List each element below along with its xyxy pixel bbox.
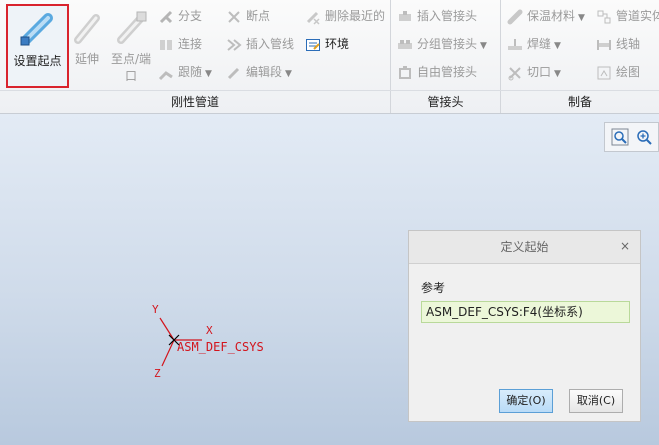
edit-segment-button[interactable]: 编辑段 ▼ bbox=[226, 61, 292, 83]
insert-line-label: 插入管线 bbox=[246, 37, 295, 51]
break-point-label: 断点 bbox=[246, 9, 271, 23]
zoom-fit-icon[interactable] bbox=[611, 128, 629, 146]
free-fitting-button[interactable]: 自由管接头 bbox=[397, 61, 477, 83]
connect-label: 连接 bbox=[178, 37, 203, 51]
group-label-fitting: 管接头 bbox=[427, 95, 464, 109]
pipe-start-icon bbox=[20, 13, 53, 46]
delete-recent-label: 删除最近的 bbox=[325, 9, 386, 23]
group-fitting-icon bbox=[398, 39, 412, 49]
to-point-port-button[interactable]: 至点/端 口 bbox=[106, 4, 156, 88]
environment-icon bbox=[306, 38, 320, 51]
branch-icon bbox=[159, 10, 173, 23]
follow-icon bbox=[158, 70, 173, 80]
weld-dropdown-icon[interactable]: ▼ bbox=[554, 41, 561, 51]
insert-line-button[interactable]: 插入管线 bbox=[226, 33, 294, 55]
pipe-solid-icon bbox=[597, 10, 611, 23]
csys-name-label: ASM_DEF_CSYS bbox=[177, 340, 264, 354]
environment-button[interactable]: 环境 bbox=[305, 33, 349, 55]
define-start-dialog: 定义起始 × 参考 ASM_DEF_CSYS:F4(坐标系) 确定(O) 取消(… bbox=[408, 230, 641, 422]
insulation-label: 保温材料 bbox=[527, 9, 576, 23]
weld-button[interactable]: 焊缝 ▼ bbox=[507, 33, 561, 55]
axis-y-label: Y bbox=[152, 303, 159, 316]
ribbon: 设置起点 延伸 至点/端 口 分支 连接 跟随▼ 断点 插入管线 编辑段▼ bbox=[0, 0, 659, 114]
pencil-icon bbox=[227, 67, 240, 79]
extend-button[interactable]: 延伸 bbox=[70, 4, 104, 88]
follow-button[interactable]: 跟随 ▼ bbox=[158, 61, 212, 83]
insert-fitting-button[interactable]: 插入管接头 bbox=[397, 5, 477, 27]
break-point-button[interactable]: 断点 bbox=[226, 5, 270, 27]
insert-fitting-label: 插入管接头 bbox=[417, 9, 478, 23]
follow-label: 跟随 bbox=[178, 65, 203, 79]
delete-recent-button[interactable]: 删除最近的 bbox=[305, 5, 385, 27]
follow-dropdown-icon[interactable]: ▼ bbox=[205, 69, 212, 79]
edit-segment-dropdown-icon[interactable]: ▼ bbox=[285, 69, 292, 79]
cut-icon bbox=[508, 66, 521, 80]
to-point-icon bbox=[117, 11, 147, 44]
ok-button[interactable]: 确定(O) bbox=[499, 389, 553, 413]
set-start-point-button[interactable]: 设置起点 bbox=[6, 4, 69, 88]
axis-z-label: Z bbox=[154, 367, 161, 380]
insert-fitting-icon bbox=[399, 10, 411, 21]
group-label-rigid-pipe: 刚性管道 bbox=[170, 95, 219, 109]
zoom-in-icon[interactable] bbox=[635, 128, 653, 146]
break-point-icon bbox=[228, 10, 240, 23]
drawing-icon bbox=[597, 66, 611, 79]
edit-segment-label: 编辑段 bbox=[246, 65, 283, 79]
extend-icon bbox=[74, 14, 100, 44]
connect-button[interactable]: 连接 bbox=[158, 33, 202, 55]
spool-axis-button[interactable]: 线轴 bbox=[596, 33, 640, 55]
axis-x-label: X bbox=[206, 324, 213, 337]
connect-icon bbox=[160, 39, 172, 50]
insert-line-icon bbox=[227, 38, 242, 51]
branch-button[interactable]: 分支 bbox=[158, 5, 202, 27]
group-fitting-dropdown-icon[interactable]: ▼ bbox=[480, 41, 487, 51]
group-fitting-button[interactable]: 分组管接头 ▼ bbox=[397, 33, 487, 55]
drawing-label: 绘图 bbox=[616, 65, 641, 79]
reference-field[interactable]: ASM_DEF_CSYS:F4(坐标系) bbox=[421, 301, 630, 323]
cut-label: 切口 bbox=[527, 65, 552, 79]
cut-dropdown-icon[interactable]: ▼ bbox=[554, 69, 561, 79]
branch-label: 分支 bbox=[178, 9, 203, 23]
dialog-title: 定义起始 bbox=[409, 231, 640, 264]
cancel-button[interactable]: 取消(C) bbox=[569, 389, 623, 413]
set-start-label: 设置起点 bbox=[13, 54, 62, 68]
spool-axis-icon bbox=[597, 39, 611, 50]
delete-recent-icon bbox=[306, 11, 320, 25]
to-point-label-line1: 至点/端 bbox=[110, 52, 152, 66]
free-fitting-icon bbox=[399, 65, 411, 79]
insulation-button[interactable]: 保温材料 ▼ bbox=[507, 5, 585, 27]
group-fitting-label: 分组管接头 bbox=[417, 37, 478, 51]
free-fitting-label: 自由管接头 bbox=[417, 65, 478, 79]
view-toolbar bbox=[604, 122, 659, 152]
close-icon[interactable]: × bbox=[620, 240, 632, 252]
group-label-divider bbox=[0, 90, 659, 91]
weld-icon bbox=[508, 38, 522, 50]
cut-button[interactable]: 切口 ▼ bbox=[507, 61, 561, 83]
pipe-solid-label: 管道实体 bbox=[616, 9, 659, 23]
pipe-solid-button[interactable]: 管道实体 bbox=[596, 5, 659, 27]
reference-label: 参考 bbox=[421, 281, 446, 295]
to-point-label-line2: 口 bbox=[124, 69, 137, 83]
spool-axis-label: 线轴 bbox=[616, 37, 641, 51]
insulation-dropdown-icon[interactable]: ▼ bbox=[578, 13, 585, 23]
drawing-button[interactable]: 绘图 bbox=[596, 61, 640, 83]
group-label-mfg: 制备 bbox=[567, 95, 592, 109]
insulation-icon bbox=[507, 9, 523, 24]
weld-label: 焊缝 bbox=[527, 37, 552, 51]
extend-label: 延伸 bbox=[74, 52, 99, 66]
environment-label: 环境 bbox=[325, 37, 350, 51]
